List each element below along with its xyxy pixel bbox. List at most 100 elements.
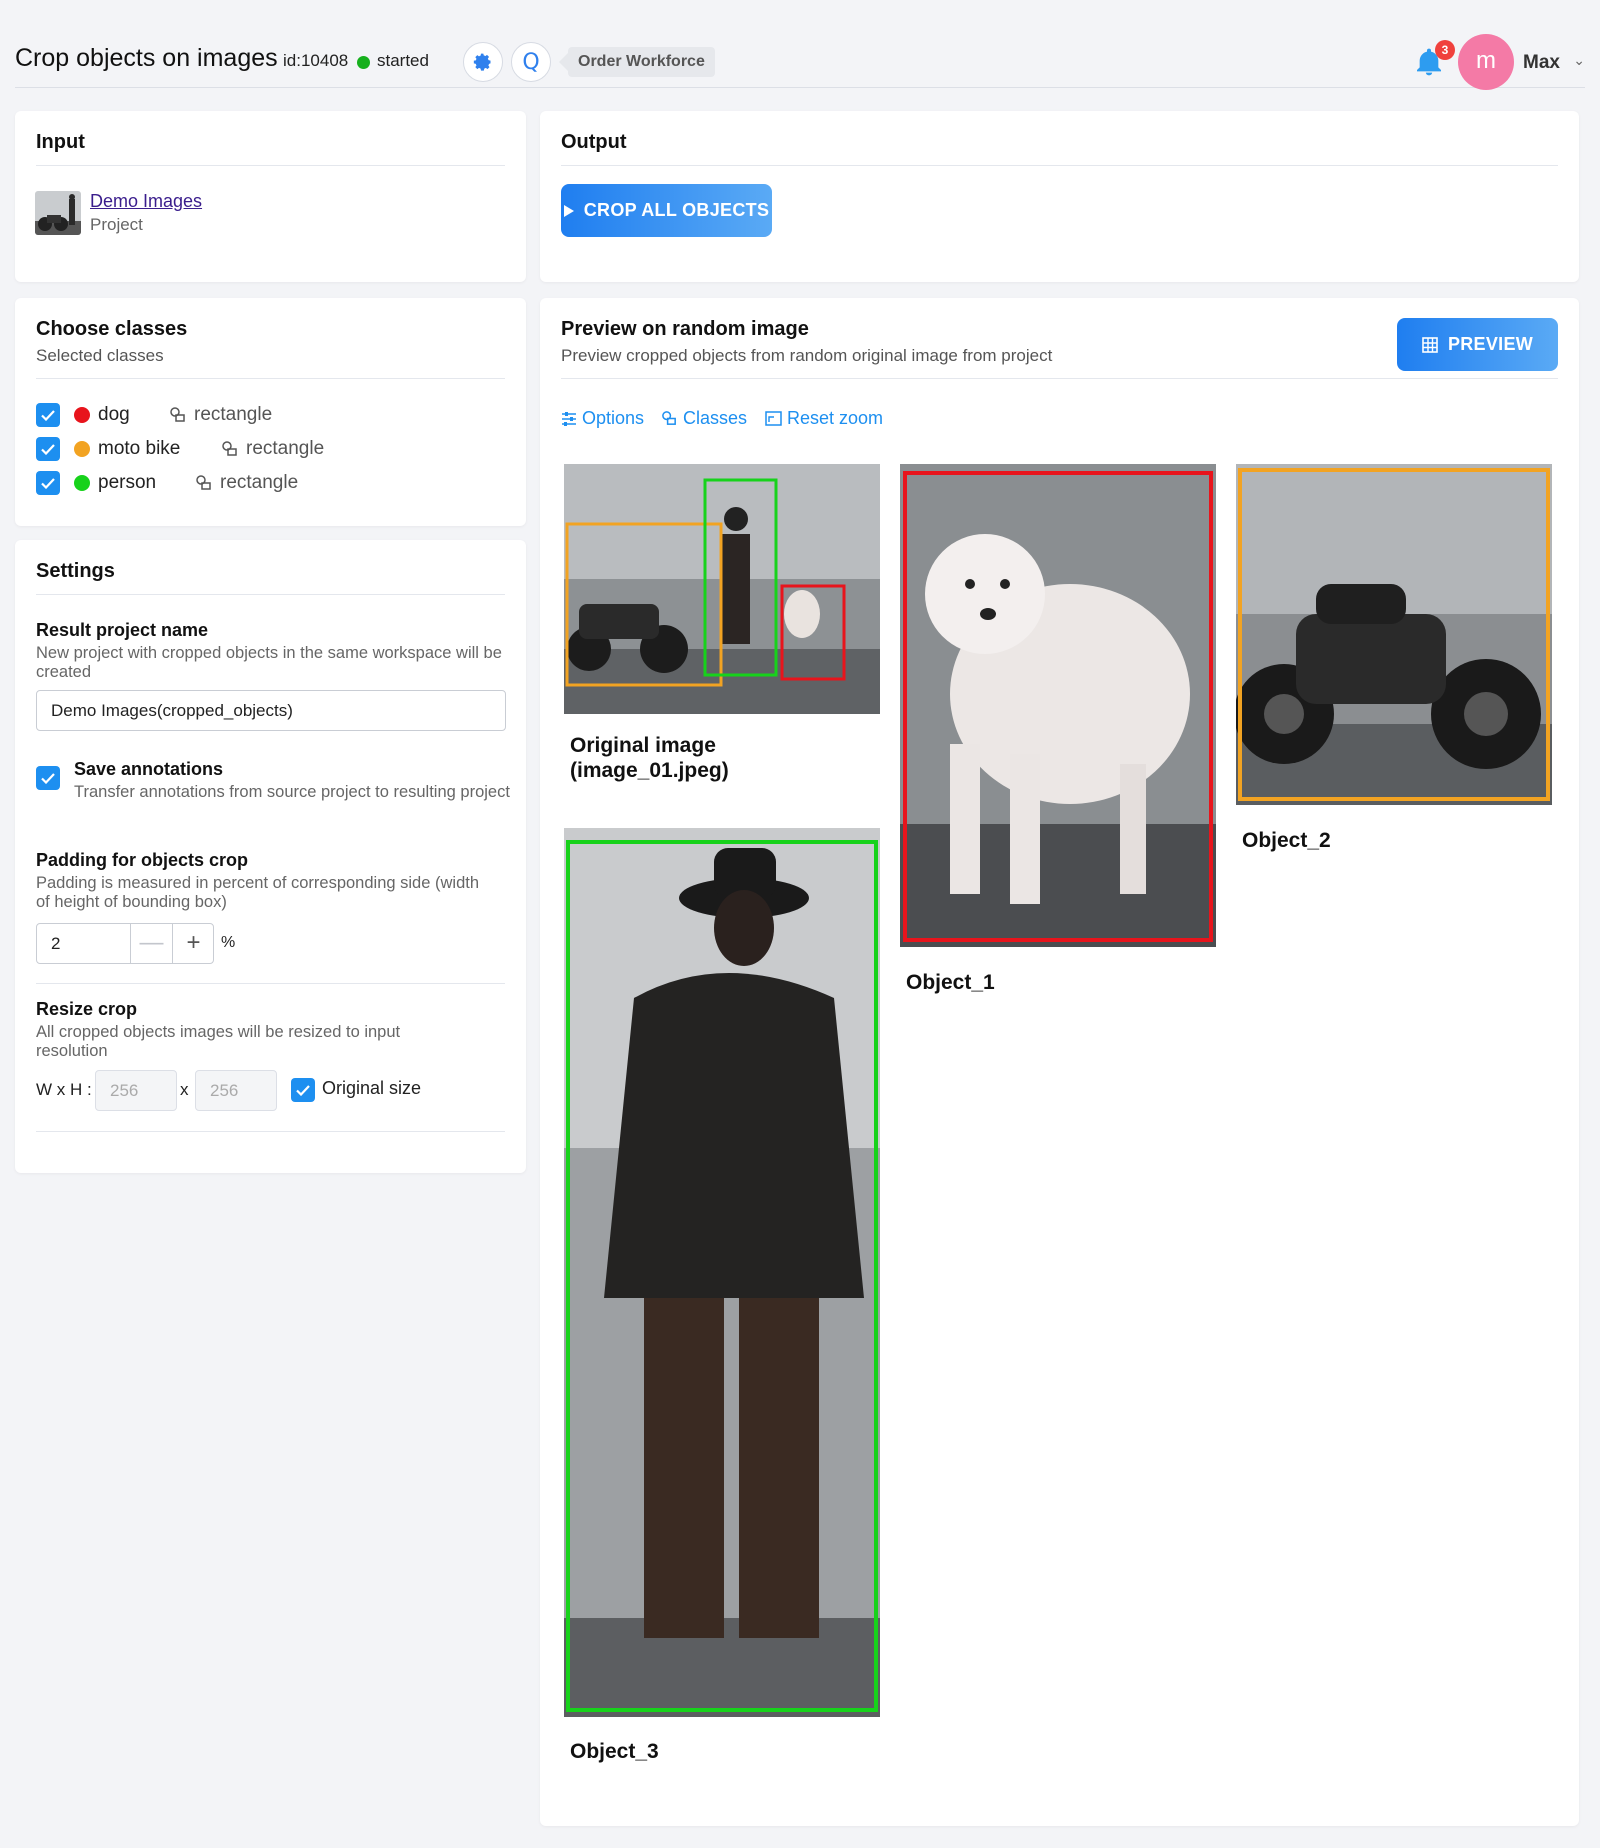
project-type-label: Project [90,215,143,234]
crop-all-objects-button[interactable]: CROP ALL OBJECTS [561,184,772,237]
original-image-caption: Original image (image_01.jpeg) [570,734,729,782]
class-color-dot [74,475,90,491]
divider [36,378,505,379]
divider [36,983,505,984]
app-status: started [377,51,429,70]
preview-description: Preview cropped objects from random orig… [561,346,1053,365]
shapes-icon [196,475,211,490]
reset-zoom-button[interactable]: Reset zoom [765,408,883,429]
order-workforce-button[interactable]: Order Workforce [559,47,715,77]
divider [561,378,1558,379]
classes-button[interactable]: Classes [661,408,747,429]
preview-card: Preview on random image Preview cropped … [540,298,1579,1826]
q-icon: Q [522,49,540,75]
original-size-checkbox[interactable] [291,1078,315,1102]
app-title: Crop objects on images [15,44,278,72]
input-card: Input Demo Images Project [15,111,526,282]
status-dot-icon [357,56,370,69]
padding-label: Padding for objects crop [36,850,249,870]
preview-button[interactable]: PREVIEW [1397,318,1558,371]
height-input[interactable]: 256 [195,1070,277,1111]
class-name: dog [98,404,130,425]
original-size-label: Original size [322,1078,422,1098]
wh-separator: x [180,1080,189,1099]
settings-gear-button[interactable] [463,42,503,82]
reset-zoom-label: Reset zoom [787,408,884,428]
workforce-q-button[interactable]: Q [511,42,551,82]
app-header: Crop objects on images id:10408 started … [15,18,1585,90]
preview-button-label: PREVIEW [1447,334,1534,354]
classes-subtitle: Selected classes [36,346,164,365]
output-card: Output CROP ALL OBJECTS [540,111,1579,282]
padding-stepper[interactable]: 2 — + [36,923,214,964]
save-annotations-label: Save annotations [74,759,224,779]
original-image[interactable] [564,464,880,714]
save-annotations-checkbox[interactable] [36,766,60,790]
checkmark-icon [41,772,55,784]
object-3-image[interactable] [564,828,880,1717]
settings-title: Settings [36,560,115,582]
settings-card: Settings Result project name New project… [15,540,526,1173]
class-checkbox-person[interactable] [36,471,60,495]
result-name-label: Result project name [36,620,209,640]
shapes-icon [662,411,676,425]
preview-title: Preview on random image [561,318,809,340]
dog-crop-picture [900,464,1216,947]
result-project-name-input[interactable]: Demo Images(cropped_objects) [36,690,506,731]
play-icon [563,204,574,217]
notification-count-badge: 3 [1435,40,1455,60]
project-link[interactable]: Demo Images [90,191,202,212]
app-id: id:10408 [283,51,349,70]
checkmark-icon [296,1084,310,1096]
padding-value[interactable]: 2 [51,934,60,954]
class-checkbox-moto-bike[interactable] [36,437,60,461]
checkmark-icon [41,443,55,455]
class-shape: rectangle [246,438,325,459]
padding-unit: % [221,934,236,951]
width-input[interactable]: 256 [95,1070,177,1111]
object-2-image[interactable] [1236,464,1552,805]
class-color-dot [74,407,90,423]
crop-all-objects-label: CROP ALL OBJECTS [583,200,770,220]
options-label: Options [582,408,645,428]
decrement-button[interactable]: — [130,924,172,963]
user-avatar[interactable]: m [1458,34,1514,90]
output-title: Output [561,131,627,153]
choose-classes-card: Choose classes Selected classes dog rect… [15,298,526,526]
object-2-caption: Object_2 [1242,829,1331,852]
object-1-image[interactable] [900,464,1216,947]
zoom-reset-icon [765,411,782,426]
input-title: Input [36,131,85,153]
class-color-dot [74,441,90,457]
classes-title: Choose classes [36,318,188,340]
object-1-caption: Object_1 [906,971,995,994]
class-shape: rectangle [194,404,273,425]
resize-crop-label: Resize crop [36,999,138,1019]
user-name[interactable]: Max [1523,52,1560,74]
checkmark-icon [41,409,55,421]
object-3-caption: Object_3 [570,1740,659,1763]
class-checkbox-dog[interactable] [36,403,60,427]
padding-description: Padding is measured in percent of corres… [36,874,480,911]
chevron-down-icon[interactable]: ⌄ [1573,52,1585,69]
divider [36,594,505,595]
options-button[interactable]: Options [561,408,644,429]
classes-label: Classes [683,408,748,428]
wh-label: W x H : [36,1080,92,1099]
checkmark-icon [41,477,55,489]
increment-button[interactable]: + [172,924,214,963]
save-annotations-description: Transfer annotations from source project… [74,783,510,801]
shapes-icon [170,407,185,422]
class-name: moto bike [98,438,181,459]
class-shape: rectangle [220,472,299,493]
result-name-description: New project with cropped objects in the … [36,644,502,681]
gear-icon [473,53,491,71]
divider [36,1131,505,1132]
project-thumbnail [35,191,81,235]
sliders-icon [562,411,576,426]
divider [561,165,1558,166]
class-name: person [98,472,157,493]
shapes-icon [222,441,237,456]
resize-crop-description: All cropped objects images will be resiz… [36,1023,401,1060]
divider [36,165,505,166]
